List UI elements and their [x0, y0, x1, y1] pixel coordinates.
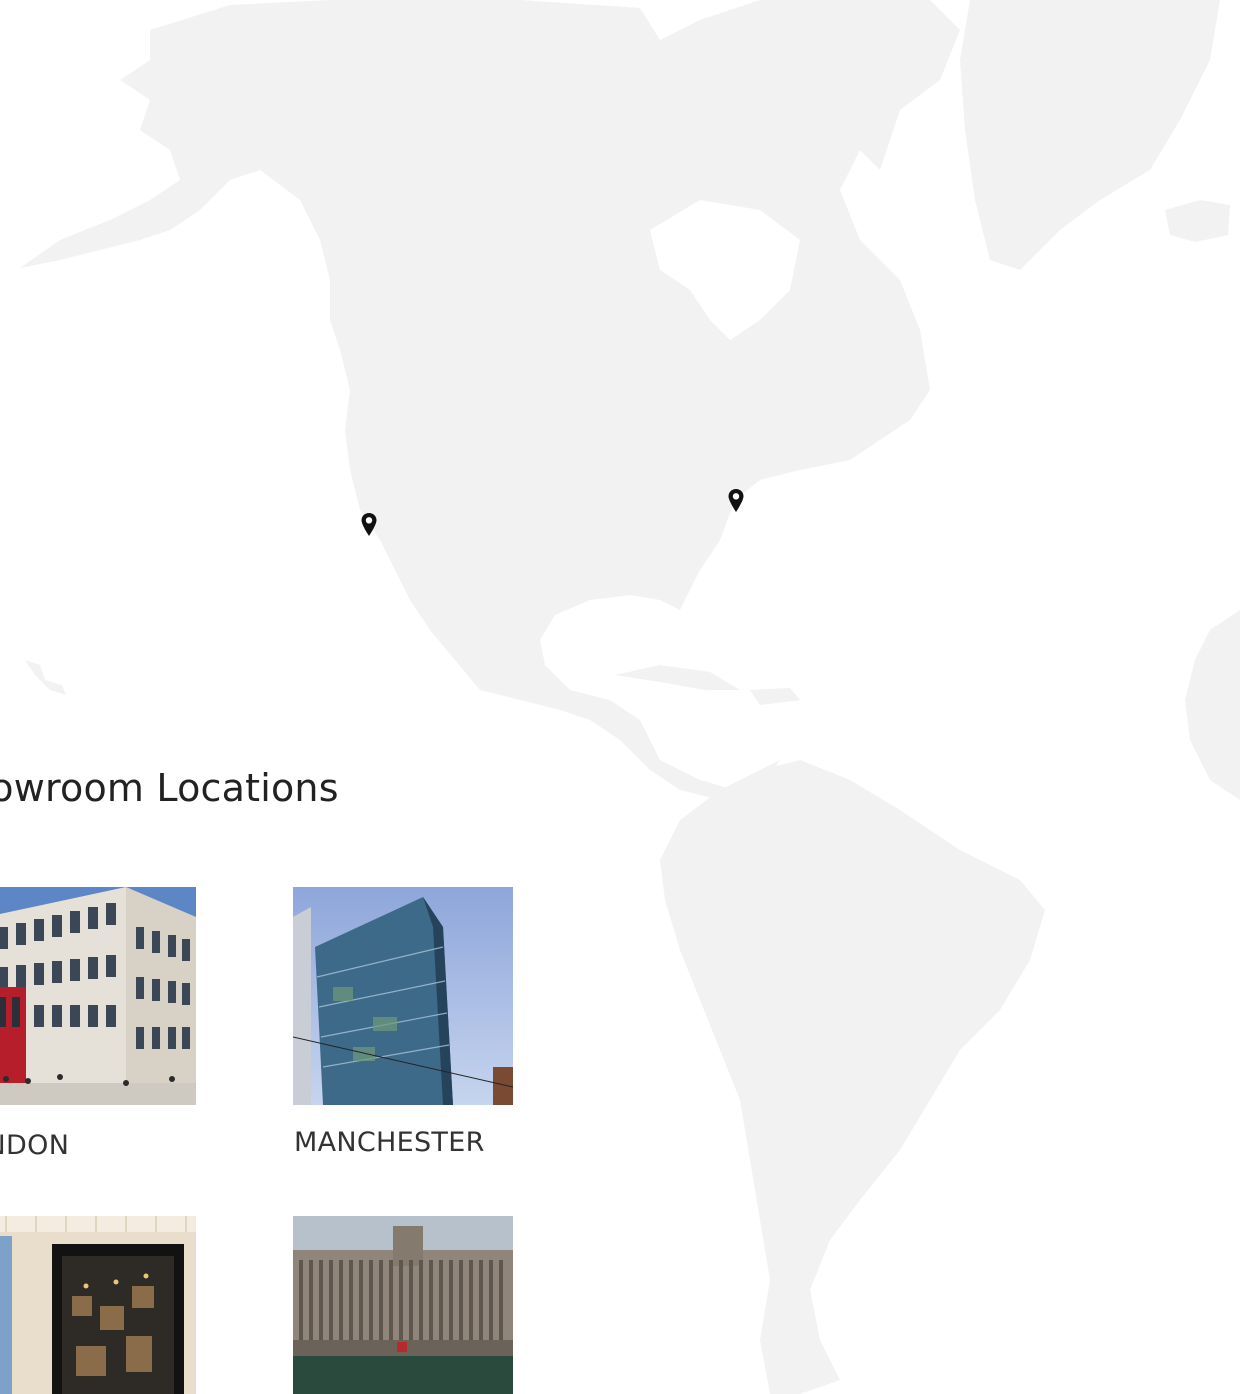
- cuba: [615, 665, 740, 690]
- map-pin-icon[interactable]: [727, 488, 745, 514]
- showroom-page: howroom Locations ONDON: [0, 0, 1240, 1394]
- location-city-label: MANCHESTER: [294, 1127, 485, 1158]
- section-title: howroom Locations: [0, 766, 339, 810]
- south-america-landmass: [660, 760, 1045, 1394]
- manchester-building-image: [293, 887, 513, 1105]
- pacific-islands: [25, 660, 66, 695]
- hispaniola: [750, 688, 800, 705]
- location-card-storefront[interactable]: [0, 1216, 196, 1394]
- africa-edge: [1185, 610, 1240, 800]
- location-card-merchandise-mart[interactable]: [293, 1216, 513, 1394]
- location-card-london[interactable]: ONDON: [0, 887, 196, 1161]
- storefront-image: [0, 1216, 196, 1394]
- world-map: [20, 0, 1240, 1394]
- location-card-manchester[interactable]: MANCHESTER: [293, 887, 513, 1158]
- location-city-label: ONDON: [0, 1130, 70, 1161]
- london-building-image: [0, 887, 196, 1105]
- map-pin-icon[interactable]: [360, 512, 378, 538]
- iceland: [1165, 200, 1230, 242]
- north-america-landmass: [20, 0, 960, 800]
- merchandise-mart-image: [293, 1216, 513, 1394]
